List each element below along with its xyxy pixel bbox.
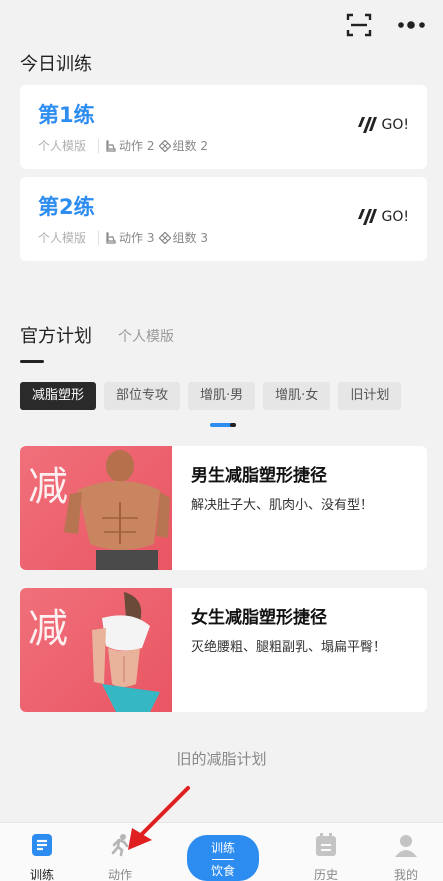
tab-underline <box>20 360 44 363</box>
actions-count: 3 <box>146 230 155 245</box>
old-fat-loss-plans-link[interactable]: 旧的减脂计划 <box>0 748 443 769</box>
tab-official-plans[interactable]: 官方计划 <box>20 322 92 348</box>
actions-count: 2 <box>146 138 155 153</box>
plan-title: 男生减脂塑形捷径 <box>191 466 327 486</box>
go-button[interactable]: GO! <box>356 115 409 135</box>
training-card-title: 第1练 <box>38 103 95 127</box>
chip-muscle-male[interactable]: 增肌·男 <box>188 382 256 410</box>
calendar-icon <box>316 833 336 856</box>
dumbbell-icon <box>357 209 377 225</box>
training-card-2[interactable]: 第2练 个人模版 动作 3 组数 3 GO! <box>20 177 427 261</box>
profile-icon <box>395 835 417 857</box>
meta-divider <box>98 138 100 153</box>
plan-badge: 减 <box>28 464 68 510</box>
nav-training[interactable]: 训练 <box>12 833 72 881</box>
plan-title: 女生减脂塑形捷径 <box>191 608 327 628</box>
template-label: 个人模版 <box>38 139 87 153</box>
chip-old-plans[interactable]: 旧计划 <box>338 382 402 410</box>
actions-stat: 动作 3 <box>105 229 155 246</box>
plan-description: 灭绝腰粗、腿粗副乳、塌扁平臀！ <box>191 640 387 655</box>
chip-body-part[interactable]: 部位专攻 <box>104 382 181 410</box>
bottom-nav: 训练 动作 训练 饮食 历史 我的 <box>0 822 443 881</box>
chip-muscle-female[interactable]: 增肌·女 <box>263 382 331 410</box>
plan-badge: 减 <box>28 606 68 652</box>
sets-icon <box>158 139 171 152</box>
dumbbell-icon <box>357 117 377 133</box>
training-card-meta: 个人模版 动作 3 组数 3 <box>38 229 212 246</box>
plan-description: 解决肚子大、肌肉小、没有型！ <box>191 498 374 513</box>
plan-image: 减 <box>20 446 172 570</box>
exercise-icon <box>106 231 116 244</box>
training-card-1[interactable]: 第1练 个人模版 动作 2 组数 2 GO! <box>20 85 427 169</box>
template-label: 个人模版 <box>38 231 87 245</box>
training-diet-button[interactable]: 训练 饮食 <box>187 835 259 881</box>
sets-stat: 组数 2 <box>158 137 208 154</box>
sets-count: 2 <box>200 138 208 153</box>
plan-tabs: 官方计划 个人模版 <box>20 322 174 348</box>
top-bar <box>0 0 443 48</box>
nav-history[interactable]: 历史 <box>296 833 356 881</box>
chip-scroll-indicator <box>210 423 236 427</box>
meta-divider <box>98 230 100 245</box>
tab-personal-templates[interactable]: 个人模版 <box>118 326 174 346</box>
center-divider <box>212 859 234 860</box>
sets-count: 3 <box>200 230 208 245</box>
nav-profile[interactable]: 我的 <box>376 833 436 881</box>
sets-stat: 组数 3 <box>158 229 208 246</box>
exercise-icon <box>106 139 116 152</box>
nav-exercises[interactable]: 动作 <box>90 833 150 881</box>
document-icon <box>32 834 52 856</box>
sets-icon <box>158 231 171 244</box>
actions-stat: 动作 2 <box>105 137 155 154</box>
chip-fat-loss[interactable]: 减脂塑形 <box>20 382 97 410</box>
today-training-title: 今日训练 <box>20 54 92 75</box>
training-card-meta: 个人模版 动作 2 组数 2 <box>38 137 212 154</box>
training-card-title: 第2练 <box>38 195 95 219</box>
plan-card-male[interactable]: 减 男生减脂塑形捷径 解决肚子大、肌肉小、没有型！ <box>20 446 427 570</box>
scan-icon[interactable] <box>346 12 372 38</box>
more-icon[interactable] <box>396 14 428 36</box>
plan-card-female[interactable]: 减 女生减脂塑形捷径 灭绝腰粗、腿粗副乳、塌扁平臀！ <box>20 588 427 712</box>
plan-category-chips: 减脂塑形 部位专攻 增肌·男 增肌·女 旧计划 <box>20 382 409 410</box>
running-icon <box>111 834 129 857</box>
plan-image: 减 <box>20 588 172 712</box>
go-button[interactable]: GO! <box>356 207 409 227</box>
